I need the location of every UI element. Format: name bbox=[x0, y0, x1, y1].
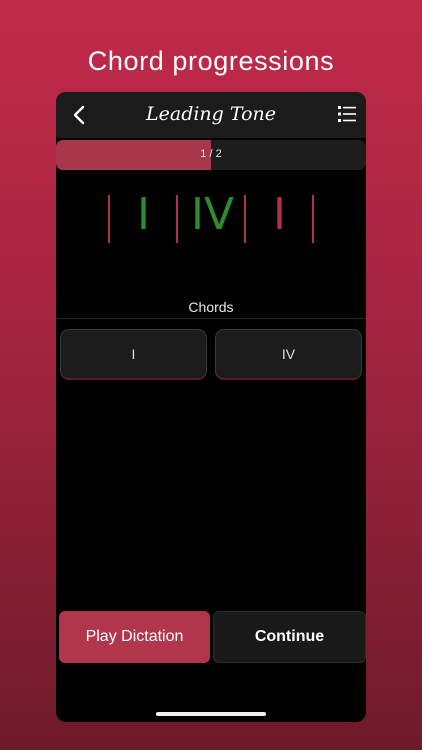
progression-display: I IV I bbox=[56, 190, 366, 246]
measure-bar bbox=[176, 195, 178, 243]
menu-button[interactable] bbox=[337, 104, 357, 124]
play-dictation-button[interactable]: Play Dictation bbox=[59, 611, 210, 663]
measure-bar bbox=[312, 195, 314, 243]
measure-bar bbox=[108, 195, 110, 243]
chords-section-label: Chords bbox=[188, 299, 234, 315]
chord-option-i-button[interactable]: I bbox=[60, 329, 207, 380]
progress-bar: 1 / 2 bbox=[56, 140, 366, 170]
list-icon bbox=[338, 106, 356, 122]
progression-chord-2: IV bbox=[191, 189, 235, 240]
phone-screen: Leading Tone 1 / 2 I IV I Chords I IV Pl… bbox=[56, 92, 366, 722]
progress-text: 1 / 2 bbox=[200, 148, 222, 160]
home-indicator bbox=[156, 712, 266, 716]
chord-option-iv-button[interactable]: IV bbox=[215, 329, 362, 380]
progression-chord-3: I bbox=[273, 189, 286, 240]
measure-bar bbox=[244, 195, 246, 243]
promo-title: Chord progressions bbox=[87, 46, 335, 76]
progression-chord-1: I bbox=[137, 189, 150, 240]
continue-button[interactable]: Continue bbox=[213, 611, 366, 663]
nav-bar: Leading Tone bbox=[56, 92, 366, 138]
page-title: Leading Tone bbox=[146, 103, 276, 125]
divider bbox=[56, 318, 366, 319]
